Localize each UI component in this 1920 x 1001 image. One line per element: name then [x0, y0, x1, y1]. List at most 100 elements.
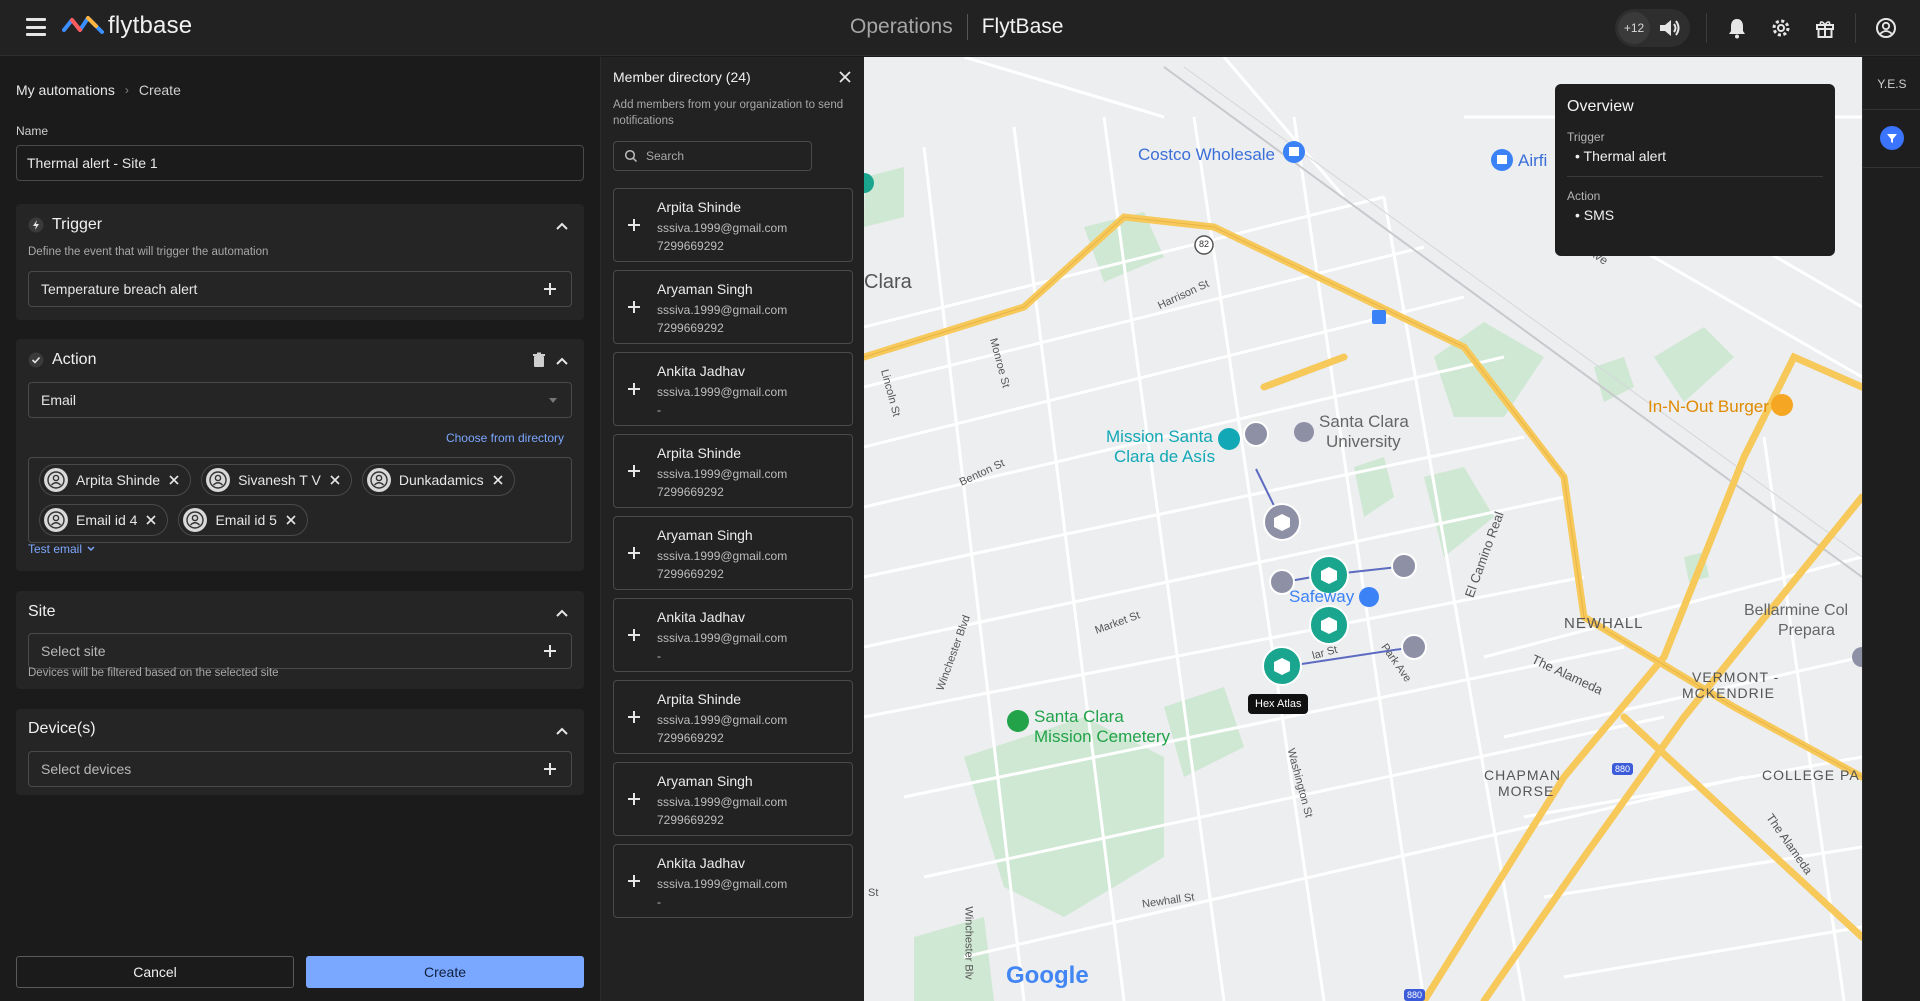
- filter-button[interactable]: [1880, 126, 1904, 150]
- plus-icon[interactable]: [541, 642, 559, 660]
- plus-icon[interactable]: [626, 791, 642, 807]
- plus-icon[interactable]: [626, 381, 642, 397]
- close-icon[interactable]: [145, 514, 157, 526]
- member-card[interactable]: Arpita Shinde sssiva.1999@gmail.com 7299…: [613, 434, 853, 508]
- map-label-hwy-82: 82: [1199, 239, 1210, 249]
- plus-icon[interactable]: [541, 280, 559, 298]
- search-placeholder: Search: [646, 149, 685, 163]
- member-phone: 7299669292: [657, 321, 724, 335]
- map-label-safeway: Safeway: [1289, 587, 1355, 606]
- gift-icon[interactable]: [1811, 14, 1839, 42]
- gear-icon[interactable]: [1767, 14, 1795, 42]
- member-card[interactable]: Ankita Jadhav sssiva.1999@gmail.com -: [613, 844, 853, 918]
- alerts-count-badge[interactable]: +12: [1618, 12, 1650, 44]
- overview-divider: [1567, 176, 1823, 177]
- plus-icon[interactable]: [626, 545, 642, 561]
- chevron-up-icon[interactable]: [554, 353, 570, 369]
- close-icon[interactable]: [168, 474, 180, 486]
- module-name: Operations: [850, 15, 953, 38]
- action-type-select[interactable]: Email: [28, 382, 572, 418]
- directory-search-input[interactable]: Search: [613, 141, 812, 171]
- map-label-scu-2: University: [1326, 432, 1401, 451]
- map-label-mission-2: Clara de Asís: [1114, 447, 1216, 466]
- plus-icon[interactable]: [626, 627, 642, 643]
- member-card[interactable]: Arpita Shinde sssiva.1999@gmail.com 7299…: [613, 680, 853, 754]
- account-icon[interactable]: [1872, 14, 1900, 42]
- map-label-clara: Clara: [864, 271, 912, 293]
- trigger-header: Trigger: [28, 216, 102, 234]
- plus-icon[interactable]: [626, 299, 642, 315]
- member-name: Ankita Jadhav: [657, 855, 745, 871]
- rail-divider-2: [1863, 167, 1920, 168]
- member-name: Arpita Shinde: [657, 691, 742, 707]
- site-select[interactable]: Select site: [28, 633, 572, 669]
- chevron-up-icon[interactable]: [554, 218, 570, 234]
- plus-icon[interactable]: [626, 873, 642, 889]
- map-label-airfield: Airfi: [1518, 151, 1548, 170]
- flytbase-logo-icon: [62, 16, 104, 34]
- recipient-name: Email id 5: [215, 512, 277, 528]
- overview-title: Overview: [1567, 98, 1634, 115]
- close-icon[interactable]: [285, 514, 297, 526]
- recipient-chip: Sivanesh T V: [201, 464, 352, 496]
- hex-atlas-tooltip: Hex Atlas: [1248, 694, 1309, 714]
- trash-icon[interactable]: [532, 352, 546, 368]
- member-phone: 7299669292: [657, 485, 724, 499]
- member-phone: 7299669292: [657, 731, 724, 745]
- overview-trigger-value: • Thermal alert: [1575, 148, 1667, 164]
- member-card[interactable]: Aryaman Singh sssiva.1999@gmail.com 7299…: [613, 762, 853, 836]
- rail-org-label[interactable]: Y.E.S: [1863, 77, 1920, 91]
- member-card[interactable]: Aryaman Singh sssiva.1999@gmail.com 7299…: [613, 516, 853, 590]
- plus-icon[interactable]: [626, 217, 642, 233]
- filter-icon: [1887, 134, 1897, 143]
- member-card[interactable]: Aryaman Singh sssiva.1999@gmail.com 7299…: [613, 270, 853, 344]
- map-label-hwy-880: 880: [1612, 763, 1634, 775]
- avatar-icon: [366, 468, 391, 492]
- member-phone: 7299669292: [657, 239, 724, 253]
- plus-icon[interactable]: [541, 760, 559, 778]
- menu-icon[interactable]: [26, 18, 46, 36]
- recipients-box[interactable]: Arpita Shinde Sivanesh T V Dunkadamics E…: [28, 457, 572, 543]
- close-icon[interactable]: [329, 474, 341, 486]
- breadcrumb-my-automations[interactable]: My automations: [16, 82, 115, 98]
- chevron-up-icon[interactable]: [554, 723, 570, 739]
- plus-icon[interactable]: [626, 709, 642, 725]
- search-icon: [624, 149, 638, 163]
- chevron-up-icon[interactable]: [554, 605, 570, 621]
- member-email: sssiva.1999@gmail.com: [657, 221, 788, 235]
- trigger-title: Trigger: [52, 216, 103, 233]
- close-icon[interactable]: [838, 70, 852, 84]
- lightning-icon: [28, 217, 44, 233]
- member-directory-panel: Member directory (24) Add members from y…: [600, 57, 864, 1001]
- member-card[interactable]: Arpita Shinde sssiva.1999@gmail.com 7299…: [613, 188, 853, 262]
- member-name: Ankita Jadhav: [657, 363, 745, 379]
- directory-subtitle: Add members from your organization to se…: [613, 99, 844, 127]
- trigger-select[interactable]: Temperature breach alert: [28, 271, 572, 307]
- overview-action-text: SMS: [1583, 207, 1615, 223]
- action-card: Action Email Choose from directory Arpit…: [16, 339, 584, 571]
- member-card[interactable]: Ankita Jadhav sssiva.1999@gmail.com -: [613, 352, 853, 426]
- alerts-volume-group: +12: [1615, 9, 1690, 47]
- cancel-button[interactable]: Cancel: [16, 956, 294, 988]
- bell-icon[interactable]: [1723, 14, 1751, 42]
- close-icon[interactable]: [492, 474, 504, 486]
- test-email-link[interactable]: Test email: [28, 542, 96, 556]
- overview-card: Overview Trigger • Thermal alert Action …: [1555, 84, 1835, 256]
- topbar-divider-2: [1855, 13, 1856, 43]
- plus-icon[interactable]: [626, 463, 642, 479]
- create-button[interactable]: Create: [306, 956, 584, 988]
- volume-icon[interactable]: [1656, 14, 1684, 42]
- devices-header: Device(s): [28, 720, 96, 738]
- recipient-chip: Email id 4: [39, 504, 169, 536]
- name-input[interactable]: [16, 145, 584, 181]
- choose-from-directory-link[interactable]: Choose from directory: [446, 431, 564, 445]
- member-phone: 7299669292: [657, 813, 724, 827]
- devices-select[interactable]: Select devices: [28, 751, 572, 787]
- map-label-mission-1: Mission Santa: [1106, 427, 1213, 446]
- member-card[interactable]: Ankita Jadhav sssiva.1999@gmail.com -: [613, 598, 853, 672]
- member-email: sssiva.1999@gmail.com: [657, 877, 788, 891]
- logo[interactable]: flytbase: [62, 12, 192, 40]
- avatar-icon: [206, 468, 231, 492]
- member-phone: -: [657, 403, 661, 417]
- devices-title: Device(s): [28, 720, 96, 737]
